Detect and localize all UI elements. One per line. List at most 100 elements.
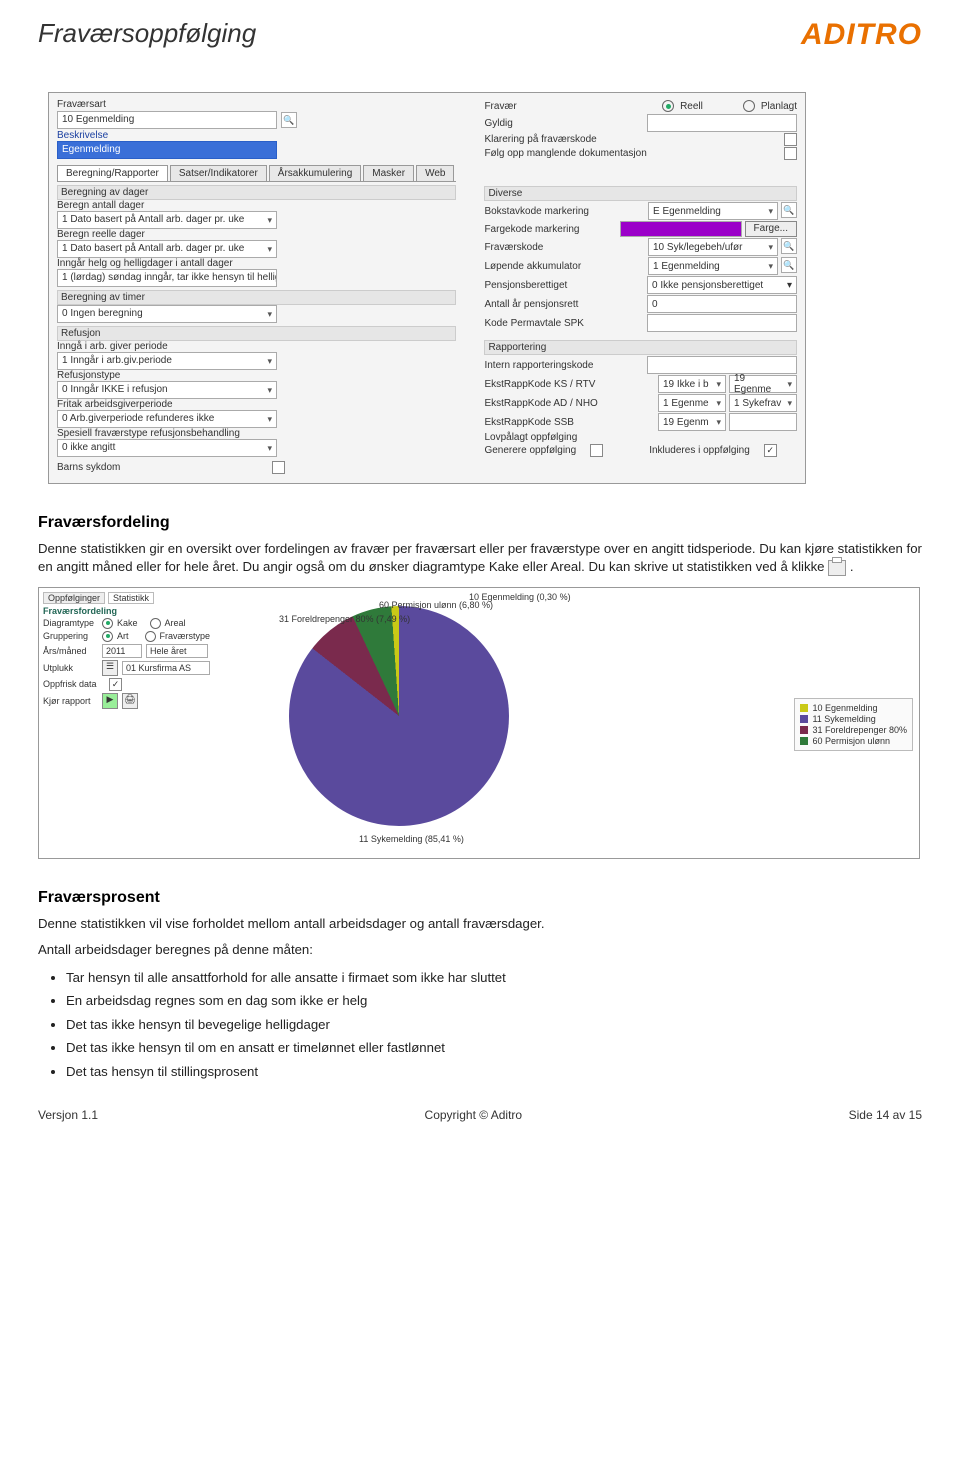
fritak-select[interactable]: 0 Arb.giverperiode refunderes ikke	[57, 410, 277, 428]
ssb-select-1[interactable]: 19 Egenm	[658, 413, 726, 431]
antall-ar-input[interactable]: 0	[647, 295, 797, 313]
inngar-arb-select[interactable]: 1 Inngår i arb.giv.periode	[57, 352, 277, 370]
list-item: En arbeidsdag regnes som en dag som ikke…	[66, 991, 922, 1011]
utplukk-btn[interactable]: ☰	[102, 660, 118, 676]
intern-label: Intern rapporteringskode	[484, 360, 593, 371]
gen-checkbox[interactable]	[590, 444, 603, 457]
utplukk-label: Utplukk	[43, 663, 98, 673]
prosent-bullets: Tar hensyn til alle ansattforhold for al…	[38, 968, 922, 1082]
prosent-p2: Antall arbeidsdager beregnes på denne må…	[38, 941, 922, 959]
printer-icon	[828, 560, 846, 576]
klar-label: Klarering på fraværskode	[484, 134, 596, 145]
kode-perm-label: Kode Permavtale SPK	[484, 318, 584, 329]
oppfrisk-checkbox[interactable]: ✓	[109, 678, 122, 691]
sect-beregning-timer: Beregning av timer	[57, 290, 456, 305]
year-select[interactable]: 2011	[102, 644, 142, 658]
gyldig-input[interactable]	[647, 114, 797, 132]
pie-label-60: 60 Permisjon ulønn (6,80 %)	[379, 600, 493, 610]
sect-beregning-dager: Beregning av dager	[57, 185, 456, 200]
beregn-antall-label: Beregn antall dager	[57, 200, 456, 211]
ink-checkbox[interactable]: ✓	[764, 444, 777, 457]
search-icon[interactable]: 🔍	[781, 257, 797, 273]
beregn-reelle-label: Beregn reelle dager	[57, 229, 456, 240]
prosent-heading: Fraværsprosent	[38, 889, 922, 907]
utplukk-value[interactable]: 01 Kursfirma AS	[122, 661, 210, 675]
pie-label-11: 11 Sykemelding (85,41 %)	[359, 834, 464, 844]
prosent-p1: Denne statistikken vil vise forholdet me…	[38, 915, 922, 933]
ftype-radio[interactable]	[145, 631, 156, 642]
spesiell-select[interactable]: 0 ikke angitt	[57, 439, 277, 457]
fravarsart-input[interactable]: 10 Egenmelding	[57, 111, 277, 129]
ks-select-1[interactable]: 19 Ikke i b	[658, 375, 726, 393]
inngar-arb-label: Inngå i arb. giver periode	[57, 341, 456, 352]
form-screenshot: Fraværsart 10 Egenmelding 🔍 Beskrivelse …	[48, 92, 806, 484]
reell-radio[interactable]	[662, 100, 674, 112]
tab-statistikk[interactable]: Statistikk	[108, 592, 154, 604]
helg-select[interactable]: 1 (lørdag) søndag inngår, tar ikke hensy…	[57, 269, 277, 287]
fravarskode-select[interactable]: 10 Syk/legebeh/ufør	[648, 238, 778, 256]
fargekode-label: Fargekode markering	[484, 224, 579, 235]
tab-arsakk[interactable]: Årsakkumulering	[269, 165, 361, 181]
ink-label: Inkluderes i oppfølging	[649, 445, 750, 456]
search-icon[interactable]: 🔍	[781, 202, 797, 218]
run-button[interactable]: ▶	[102, 693, 118, 709]
sect-diverse: Diverse	[484, 186, 797, 201]
timer-select[interactable]: 0 Ingen beregning	[57, 305, 277, 323]
areal-radio[interactable]	[150, 618, 161, 629]
beregn-antall-select[interactable]: 1 Dato basert på Antall arb. dager pr. u…	[57, 211, 277, 229]
beregn-reelle-select[interactable]: 1 Dato basert på Antall arb. dager pr. u…	[57, 240, 277, 258]
hele-select[interactable]: Hele året	[146, 644, 208, 658]
lopende-select[interactable]: 1 Egenmelding	[648, 257, 778, 275]
refusjonstype-select[interactable]: 0 Inngår IKKE i refusjon	[57, 381, 277, 399]
tab-web[interactable]: Web	[416, 165, 454, 181]
lov-label: Lovpålagt oppfølging	[484, 432, 577, 443]
search-icon[interactable]: 🔍	[781, 238, 797, 254]
bokstav-label: Bokstavkode markering	[484, 206, 589, 217]
fravarsart-value: 10 Egenmelding	[62, 113, 134, 127]
pie-label-31: 31 Foreldrepenger 80% (7,49 %)	[279, 614, 410, 624]
bokstav-select[interactable]: E Egenmelding	[648, 202, 778, 220]
intern-input[interactable]	[647, 356, 797, 374]
ssb-select-2[interactable]	[729, 413, 797, 431]
list-item: Tar hensyn til alle ansattforhold for al…	[66, 968, 922, 988]
tab-masker[interactable]: Masker	[363, 165, 414, 181]
folg-checkbox[interactable]	[784, 147, 797, 160]
ks-select-2[interactable]: 19 Egenme	[729, 375, 797, 393]
print-button[interactable]: 🖨	[122, 693, 138, 709]
chart-screenshot: Oppfølginger Statistikk Fraværsfordeling…	[38, 587, 920, 859]
spesiell-label: Spesiell fraværstype refusjonsbehandling	[57, 428, 456, 439]
helg-label: Inngår helg og helligdager i antall dage…	[57, 258, 456, 269]
footer-copyright: Copyright © Aditro	[425, 1108, 523, 1122]
tab-oppfolginger[interactable]: Oppfølginger	[43, 592, 105, 604]
kode-perm-input[interactable]	[647, 314, 797, 332]
page-footer: Versjon 1.1 Copyright © Aditro Side 14 a…	[38, 1102, 922, 1140]
nho-select-2[interactable]: 1 Sykefrav	[729, 394, 797, 412]
planlagt-radio[interactable]	[743, 100, 755, 112]
farge-button[interactable]: Farge...	[745, 221, 797, 237]
pensjons-select[interactable]: 0 Ikke pensjonsberettiget▾	[647, 276, 797, 294]
list-item: Det tas ikke hensyn til bevegelige helli…	[66, 1015, 922, 1035]
pensjons-label: Pensjonsberettiget	[484, 280, 567, 291]
gen-label: Generere oppfølging	[484, 445, 576, 456]
barns-checkbox[interactable]	[272, 461, 285, 474]
page-title: Fraværsoppfølging	[38, 18, 256, 49]
arsmaned-label: Års/måned	[43, 646, 98, 656]
lopende-label: Løpende akkumulator	[484, 261, 581, 272]
art-radio[interactable]	[102, 631, 113, 642]
kake-radio[interactable]	[102, 618, 113, 629]
fordeling-heading: Fraværsfordeling	[38, 514, 922, 532]
fravar-label: Fravær	[484, 101, 516, 112]
fravarsart-label: Fraværsart	[57, 99, 456, 110]
tab-satser[interactable]: Satser/Indikatorer	[170, 165, 267, 181]
klar-checkbox[interactable]	[784, 133, 797, 146]
oppfrisk-label: Oppfrisk data	[43, 679, 105, 689]
tab-beregning[interactable]: Beregning/Rapporter	[57, 165, 168, 181]
sect-refusjon: Refusjon	[57, 326, 456, 341]
nho-select-1[interactable]: 1 Egenme	[658, 394, 726, 412]
search-icon[interactable]: 🔍	[281, 112, 297, 128]
diagramtype-label: Diagramtype	[43, 618, 98, 628]
beskrivelse-input[interactable]: Egenmelding	[57, 141, 277, 159]
antall-ar-label: Antall år pensjonsrett	[484, 299, 578, 310]
footer-version: Versjon 1.1	[38, 1108, 98, 1122]
kjor-label: Kjør rapport	[43, 696, 98, 706]
